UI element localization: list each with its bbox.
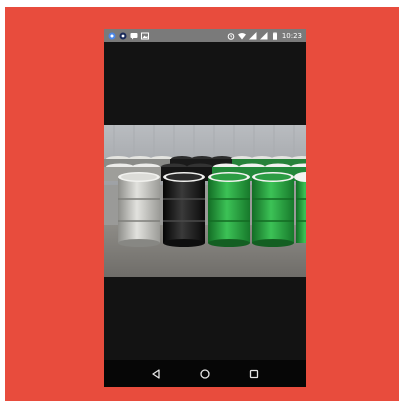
- home-icon: [200, 368, 210, 379]
- recents-button[interactable]: [247, 367, 261, 381]
- status-clock: 10:23: [281, 31, 302, 40]
- wifi-icon: [237, 32, 246, 39]
- back-icon: [152, 368, 160, 379]
- barrels-image: [104, 125, 306, 277]
- navigation-bar: [104, 360, 306, 387]
- chrome-icon: [108, 32, 116, 39]
- back-button[interactable]: [149, 367, 163, 381]
- barrels-photo[interactable]: [104, 125, 306, 277]
- battery-icon: [272, 32, 277, 40]
- phone-screen: 10:23: [104, 29, 306, 387]
- home-button[interactable]: [198, 367, 212, 381]
- message-icon: [130, 32, 138, 39]
- signal-icon: [259, 31, 268, 39]
- system-icons: 10:23: [227, 31, 302, 40]
- notification-icons: [108, 32, 149, 40]
- signal-icon: [248, 31, 257, 39]
- recents-icon: [249, 369, 258, 378]
- status-bar: 10:23: [104, 29, 306, 42]
- image-icon: [141, 32, 149, 39]
- alarm-icon: [227, 32, 235, 40]
- app-icon: [119, 32, 127, 39]
